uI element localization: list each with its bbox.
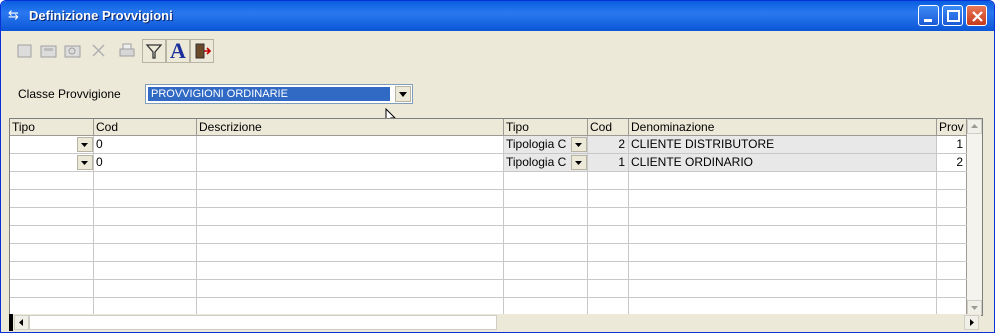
maximize-button[interactable]	[942, 5, 963, 26]
search-button[interactable]	[61, 39, 85, 63]
provvigioni-grid: Tipo Cod Descrizione Tipo Cod Denominazi…	[9, 118, 983, 316]
column-divider	[196, 136, 197, 315]
header-denominazione[interactable]: Denominazione	[629, 119, 937, 136]
horizontal-scrollbar[interactable]	[9, 314, 981, 331]
scroll-edge	[9, 314, 13, 331]
chevron-down-icon	[399, 92, 407, 97]
tipo2-dropdown-button[interactable]	[571, 155, 587, 170]
scroll-left-button[interactable]	[14, 315, 29, 330]
row-line	[10, 243, 967, 244]
cell-cod-2[interactable]: 2	[588, 136, 628, 153]
cell-cod-2[interactable]: 1	[588, 154, 628, 171]
header-cod-2[interactable]: Cod	[588, 119, 629, 136]
filter-button[interactable]	[142, 39, 166, 63]
minimize-icon	[924, 19, 932, 22]
scroll-down-button[interactable]	[967, 300, 982, 315]
maximize-icon	[947, 10, 960, 22]
chevron-up-icon	[971, 124, 978, 128]
tipo-dropdown-button[interactable]	[77, 155, 93, 170]
combo-dropdown-button[interactable]	[395, 86, 411, 102]
cell-cod[interactable]: 0	[96, 136, 196, 153]
title-bar[interactable]: ⇆ Definizione Provvigioni	[1, 1, 994, 31]
classe-provvigione-select[interactable]: PROVVIGIONI ORDINARIE	[145, 84, 413, 104]
row-line	[10, 171, 967, 172]
column-divider	[93, 136, 94, 315]
header-prov[interactable]: Prov	[937, 119, 967, 136]
new-doc-icon	[17, 44, 32, 58]
row-line	[10, 207, 967, 208]
close-button[interactable]	[966, 5, 987, 26]
delete-button[interactable]	[87, 39, 111, 63]
classe-provvigione-value: PROVVIGIONI ORDINARIE	[148, 87, 390, 101]
font-button[interactable]: A	[166, 39, 190, 63]
row-line	[10, 279, 967, 280]
close-icon	[972, 11, 983, 22]
header-tipo[interactable]: Tipo	[10, 119, 94, 136]
header-cod[interactable]: Cod	[94, 119, 197, 136]
open-button[interactable]	[37, 39, 61, 63]
scroll-thumb[interactable]	[29, 315, 497, 330]
cell-prov[interactable]: 1	[937, 136, 966, 153]
exit-button[interactable]	[190, 39, 214, 63]
filter-icon	[145, 44, 163, 59]
tipo2-dropdown-button[interactable]	[571, 137, 587, 152]
new-button[interactable]	[13, 39, 37, 63]
chevron-down-icon	[81, 161, 88, 165]
minimize-button[interactable]	[918, 5, 939, 26]
arrows-icon: ⇆	[8, 8, 19, 23]
print-icon	[119, 43, 135, 57]
header-descrizione[interactable]: Descrizione	[197, 119, 504, 136]
cell-descrizione[interactable]	[198, 136, 503, 153]
vertical-scrollbar[interactable]	[967, 119, 982, 315]
scroll-up-button[interactable]	[967, 119, 982, 134]
open-icon	[40, 45, 57, 58]
find-icon	[64, 45, 81, 58]
scroll-right-button[interactable]	[964, 315, 979, 330]
chevron-left-icon	[19, 319, 23, 326]
font-icon: A	[170, 38, 186, 63]
cell-cod[interactable]: 0	[96, 154, 196, 171]
classe-provvigione-label: Classe Provvigione	[18, 87, 121, 101]
print-button[interactable]	[115, 39, 139, 63]
chevron-down-icon	[81, 143, 88, 147]
header-tipo-2[interactable]: Tipo	[504, 119, 588, 136]
exit-door-icon	[195, 43, 212, 59]
row-line	[10, 261, 967, 262]
row-line	[10, 189, 967, 190]
row-line	[10, 225, 967, 226]
cell-descrizione[interactable]	[198, 154, 503, 171]
cell-denominazione[interactable]: CLIENTE ORDINARIO	[629, 154, 936, 171]
delete-icon	[92, 44, 105, 57]
tipo-dropdown-button[interactable]	[77, 137, 93, 152]
chevron-right-icon	[970, 319, 974, 326]
cell-prov[interactable]: 2	[937, 154, 966, 171]
row-line	[10, 297, 967, 298]
chevron-down-icon	[971, 306, 978, 310]
chevron-down-icon	[575, 143, 582, 147]
chevron-down-icon	[575, 161, 582, 165]
window-title: Definizione Provvigioni	[29, 8, 173, 23]
window: ⇆ Definizione Provvigioni A Classe Provv…	[0, 0, 995, 333]
cell-denominazione[interactable]: CLIENTE DISTRIBUTORE	[629, 136, 936, 153]
